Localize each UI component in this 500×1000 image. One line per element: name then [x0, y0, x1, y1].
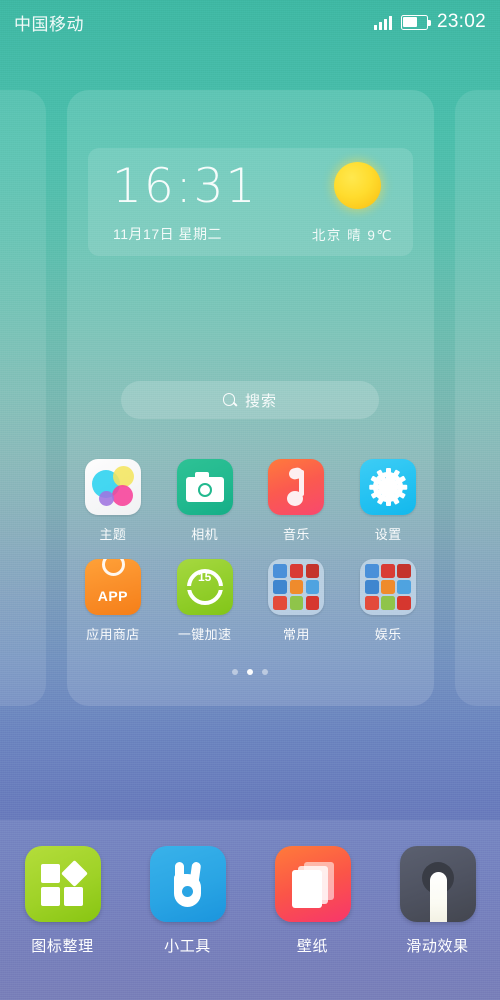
search-placeholder: 搜索 — [244, 392, 277, 410]
boost-badge-number: 15 — [197, 570, 212, 584]
folder-icon[interactable] — [268, 559, 325, 615]
widget-weather-info: 北京 晴 9℃ — [311, 228, 393, 243]
app-label: 应用商店 — [86, 627, 140, 642]
app-item-appstore[interactable]: APP 应用商店 — [67, 555, 159, 643]
app-label: 常用 — [282, 627, 310, 642]
folder-mini-tile — [305, 580, 320, 594]
page-preview-next[interactable] — [455, 90, 500, 706]
carrier-label: 中国移动 — [14, 14, 84, 34]
dock-label: 图标整理 — [31, 938, 94, 955]
app-item-theme[interactable]: 主题 — [67, 455, 159, 543]
widgets-icon[interactable] — [149, 846, 226, 922]
page-preview-previous[interactable] — [0, 90, 46, 706]
folder-mini-tile — [365, 596, 379, 610]
app-label: 音乐 — [282, 527, 310, 542]
appstore-badge-text: APP — [97, 588, 129, 604]
app-grid: 主题 相机 音乐 设置 APP 应用商店 15 一键加速 常用 娱乐 — [67, 455, 434, 643]
folder-mini-tile — [273, 564, 288, 578]
app-label: 一键加速 — [177, 627, 232, 642]
dock-label: 小工具 — [164, 938, 211, 955]
settings-icon[interactable] — [360, 459, 417, 515]
folder-mini-tile — [381, 596, 395, 610]
folder-mini-tile — [397, 580, 412, 594]
app-label: 主题 — [99, 527, 127, 542]
page-dot[interactable] — [232, 669, 238, 675]
app-label: 设置 — [374, 527, 402, 542]
status-bar-right: 23:02 — [373, 11, 486, 33]
folder-mini-tile — [289, 580, 304, 594]
dock-item-icon-arrange[interactable]: 图标整理 — [0, 846, 125, 956]
dock-item-wallpaper[interactable]: 壁纸 — [250, 846, 375, 956]
app-item-music[interactable]: 音乐 — [251, 455, 343, 543]
theme-icon[interactable] — [84, 459, 141, 515]
camera-icon[interactable] — [176, 459, 233, 515]
folder-mini-tile — [365, 564, 379, 578]
signal-bars-icon — [373, 15, 392, 30]
folder-mini-tile — [365, 580, 379, 594]
folder-mini-tile — [289, 596, 304, 610]
dock-item-slide-effect[interactable]: 滑动效果 — [375, 846, 500, 956]
app-row: 主题 相机 音乐 设置 — [67, 455, 434, 543]
bottom-dock: 图标整理 小工具 壁纸 滑动效果 — [0, 820, 500, 1000]
appstore-icon[interactable]: APP — [84, 559, 141, 615]
search-input[interactable]: 搜索 — [121, 381, 379, 419]
folder-mini-tile — [305, 596, 320, 610]
status-bar-clock: 23:02 — [436, 11, 486, 32]
dock-label: 滑动效果 — [406, 938, 469, 955]
folder-icon[interactable] — [360, 559, 417, 615]
dock-item-widgets[interactable]: 小工具 — [125, 846, 250, 956]
icon-arrange-icon[interactable] — [24, 846, 101, 922]
widget-clock-time: 16:31 — [112, 159, 258, 214]
sun-icon — [334, 162, 381, 209]
folder-mini-tile — [273, 596, 288, 610]
app-item-camera[interactable]: 相机 — [159, 455, 251, 543]
folder-mini-tile — [381, 580, 395, 594]
folder-mini-tile — [397, 564, 412, 578]
dock-label: 壁纸 — [296, 938, 329, 955]
wallpaper-icon[interactable] — [274, 846, 351, 922]
app-item-settings[interactable]: 设置 — [342, 455, 434, 543]
status-bar: 中国移动 23:02 — [0, 0, 500, 44]
app-item-boost[interactable]: 15 一键加速 — [159, 555, 251, 643]
app-label: 相机 — [191, 527, 219, 542]
app-label: 娱乐 — [374, 627, 402, 642]
folder-mini-tile — [381, 564, 395, 578]
folder-mini-tile — [273, 580, 288, 594]
page-indicator-dots[interactable] — [0, 669, 500, 675]
battery-icon — [400, 14, 431, 30]
music-icon[interactable] — [268, 459, 325, 515]
app-row: APP 应用商店 15 一键加速 常用 娱乐 — [67, 555, 434, 643]
page-dot[interactable] — [247, 669, 253, 675]
folder-mini-tile — [397, 596, 412, 610]
app-item-entertainment-folder[interactable]: 娱乐 — [342, 555, 434, 643]
folder-mini-tile — [289, 564, 304, 578]
boost-icon[interactable]: 15 — [176, 559, 233, 615]
app-item-common-folder[interactable]: 常用 — [251, 555, 343, 643]
folder-mini-tile — [305, 564, 320, 578]
widget-clock-date: 11月17日 星期二 — [113, 226, 222, 242]
page-dot[interactable] — [262, 669, 268, 675]
search-icon — [222, 393, 237, 407]
slide-effect-icon[interactable] — [399, 846, 476, 922]
clock-weather-widget[interactable]: 16:31 11月17日 星期二 北京 晴 9℃ — [88, 148, 413, 256]
